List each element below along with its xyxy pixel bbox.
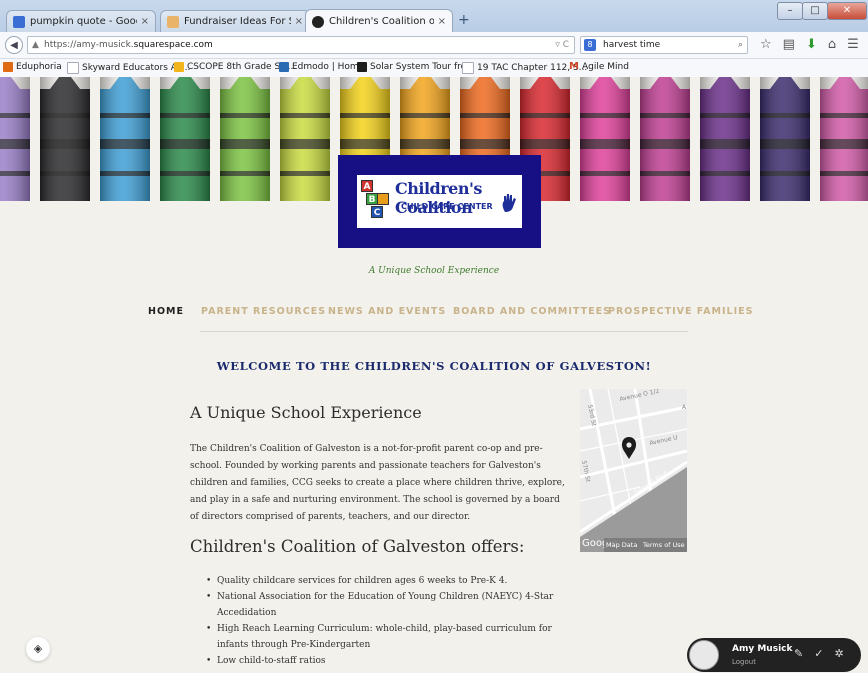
google-favicon-icon <box>13 15 25 28</box>
intro-paragraph: The Children's Coalition of Galveston is… <box>190 444 565 522</box>
tab-childrens-coalition[interactable]: Children's Coalition of Gal... × <box>305 9 453 33</box>
edmodo-icon <box>279 62 289 72</box>
back-arrow-icon[interactable]: ◀ <box>5 36 23 54</box>
map-footer: Google Map Data Terms of Use <box>580 538 687 552</box>
avatar[interactable] <box>689 640 719 670</box>
list-item: Low child-to-staff ratios <box>205 653 565 669</box>
squarespace-logo-icon[interactable]: ◈ <box>26 637 50 661</box>
cscope-icon <box>174 62 184 72</box>
editor-user-bar: Amy Musick Logout ✎ ✓ ✲ <box>687 638 861 672</box>
solar-system-icon <box>357 62 367 72</box>
map-tiles: Avenue O 1/2 Avenue U Seawall Blvd 53rd … <box>580 389 687 552</box>
page-favicon-icon <box>167 15 179 28</box>
bookmark-star-icon[interactable]: ☆ <box>760 37 772 52</box>
offers-list: Quality childcare services for children … <box>205 573 565 669</box>
pencil-icon[interactable]: ✎ <box>794 647 803 660</box>
map-data-link[interactable]: Map Data <box>606 541 637 549</box>
nav-divider <box>200 331 688 332</box>
tab-title: Children's Coalition of Gal... <box>329 16 434 27</box>
nav-news-and-events[interactable]: NEWS AND EVENTS <box>328 306 446 317</box>
bookmarks-toolbar: Eduphoria Skyward Educators Ac... CSCOPE… <box>0 59 868 78</box>
bookmark-solar-system[interactable]: Solar System Tour fro... <box>357 62 475 72</box>
navigation-toolbar: ◀ ▲ https://amy-musick.squarespace.com ▿… <box>0 32 868 59</box>
site-tagline: A Unique School Experience <box>368 266 500 276</box>
abc-block-c: C <box>371 206 383 218</box>
abc-block-a: A <box>361 180 373 192</box>
google-search-engine-icon[interactable]: 8 <box>584 39 596 51</box>
logo-card: A B C Children's Coalition CHILD CARE CE… <box>357 175 522 228</box>
list-item: National Association for the Education o… <box>205 589 565 621</box>
user-name: Amy Musick <box>732 644 793 654</box>
list-item: High Reach Learning Curriculum: whole-ch… <box>205 621 565 653</box>
url-domain: squarespace.com <box>133 40 213 50</box>
agile-mind-icon: M <box>569 61 579 72</box>
site-logo[interactable]: A B C Children's Coalition CHILD CARE CE… <box>338 155 541 248</box>
bookmarks-menu-icon[interactable]: ▤ <box>783 37 795 52</box>
reload-icon[interactable]: ▿ C <box>555 37 569 54</box>
nav-prospective-families[interactable]: PROSPECTIVE FAMILIES <box>608 306 753 317</box>
url-prefix: https://amy-musick. <box>44 40 134 50</box>
close-window-button[interactable]: ✕ <box>827 2 867 20</box>
eduphoria-icon <box>3 62 13 72</box>
search-value: harvest time <box>603 40 661 50</box>
nav-board-and-committees[interactable]: BOARD AND COMMITTEES <box>453 306 611 317</box>
tab-pumpkin-quote[interactable]: pumpkin quote - Google S... × <box>6 10 156 32</box>
abc-block-x <box>377 193 389 205</box>
maximize-button[interactable]: □ <box>802 2 828 20</box>
section-heading-offers: Children's Coalition of Galveston offers… <box>190 537 525 556</box>
search-icon[interactable]: ⌕ <box>738 37 743 54</box>
tab-close-icon[interactable]: × <box>295 16 303 27</box>
bookmark-eduphoria[interactable]: Eduphoria <box>3 62 62 72</box>
location-map[interactable]: Avenue O 1/2 Avenue U Seawall Blvd 53rd … <box>580 389 687 552</box>
nav-home[interactable]: HOME <box>148 306 184 317</box>
browser-tab-bar: pumpkin quote - Google S... × Fundraiser… <box>0 0 868 33</box>
tab-close-icon[interactable]: × <box>141 16 149 27</box>
welcome-heading: WELCOME TO THE CHILDREN'S COALITION OF G… <box>216 359 652 373</box>
home-icon[interactable]: ⌂ <box>828 37 836 52</box>
tab-fundraiser-ideas[interactable]: Fundraiser Ideas For Schoo... × <box>160 10 310 32</box>
logo-subtitle: CHILD CARE CENTER <box>401 202 493 211</box>
logout-link[interactable]: Logout <box>732 658 756 666</box>
terms-of-use-link[interactable]: Terms of Use <box>643 541 685 549</box>
bookmark-skyward[interactable]: Skyward Educators Ac... <box>67 62 190 74</box>
nav-parent-resources[interactable]: PARENT RESOURCES <box>201 306 326 317</box>
minimize-button[interactable]: – <box>777 2 803 20</box>
bookmark-label: Eduphoria <box>16 62 62 72</box>
page-icon <box>462 62 474 74</box>
bookmark-label: Agile Mind <box>582 62 629 72</box>
brush-icon[interactable]: ✓ <box>814 647 823 660</box>
site-identity-icon[interactable]: ▲ <box>32 37 39 54</box>
tab-title: Fundraiser Ideas For Schoo... <box>184 16 291 27</box>
bookmark-label: Edmodo | Home <box>292 62 365 72</box>
menu-icon[interactable]: ☰ <box>847 37 859 52</box>
bookmark-label: Solar System Tour fro... <box>370 62 475 72</box>
list-item: Quality childcare services for children … <box>205 573 565 589</box>
section-heading-unique: A Unique School Experience <box>190 403 422 422</box>
tab-close-icon[interactable]: × <box>438 16 446 27</box>
search-box[interactable]: 8 harvest time ⌕ <box>580 36 748 54</box>
page-icon <box>67 62 79 74</box>
address-bar[interactable]: ▲ https://amy-musick.squarespace.com ▿ C <box>27 36 575 54</box>
gear-icon[interactable]: ✲ <box>834 647 843 660</box>
bookmark-cscope[interactable]: CSCOPE 8th Grade Sci... <box>174 62 296 72</box>
new-tab-button[interactable]: + <box>458 12 470 28</box>
tab-title: pumpkin quote - Google S... <box>30 16 137 27</box>
bookmark-agile-mind[interactable]: M Agile Mind <box>569 61 629 73</box>
bookmark-edmodo[interactable]: Edmodo | Home <box>279 62 364 72</box>
downloads-icon[interactable]: ⬇ <box>806 37 817 52</box>
handprint-icon <box>502 194 516 212</box>
squarespace-favicon-icon <box>312 15 324 28</box>
